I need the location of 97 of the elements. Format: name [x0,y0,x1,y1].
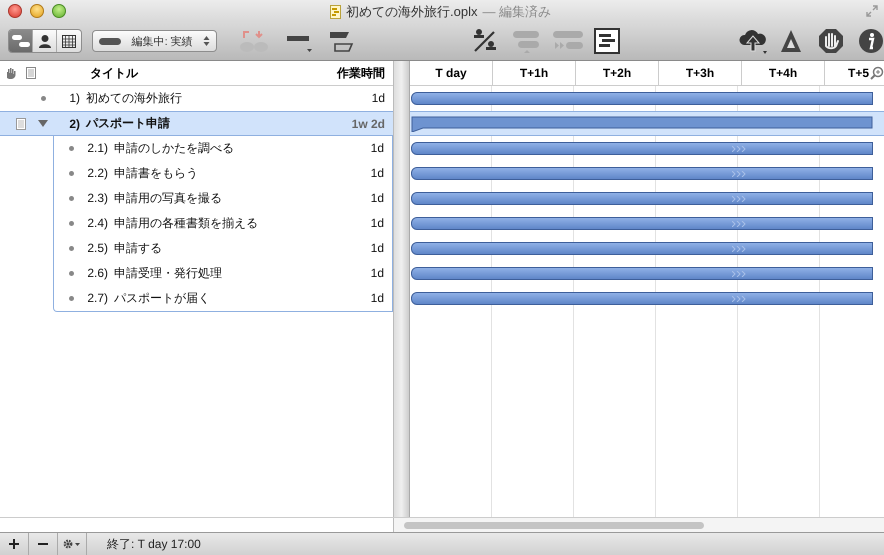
task-number: 2.3) [86,191,108,205]
task-row[interactable]: 2.3) 申請用の写真を撮る 1d [54,186,392,211]
bullet-icon [68,296,74,300]
gear-icon [63,539,81,549]
task-row[interactable]: 2.6) 申請受理・発行処理 1d [54,261,392,286]
timeline-header: T+5 [846,65,869,82]
window-title: 初めての海外旅行.oplx [346,3,478,21]
task-number: 2.6) [86,266,108,280]
task-effort: 1d [370,166,384,180]
status-text: 終了: T day 17:00 [107,536,201,552]
bullet-icon [68,196,74,200]
task-effort: 1d [372,91,385,105]
view-mode-control[interactable] [8,29,82,53]
task-title: 申請する [114,240,163,256]
note-icon [26,67,36,79]
bullet-icon [68,170,74,176]
bullet-icon [40,96,46,100]
bullet-icon [68,146,74,150]
continuation-icon [732,146,746,152]
task-bar[interactable] [411,167,873,180]
gantt-view-button[interactable] [9,30,34,52]
plus-icon [9,539,19,549]
hand-stop-icon[interactable] [818,28,844,54]
task-title: パスポートが届く [114,290,211,306]
stepper-arrows-icon [203,35,210,47]
task-effort: 1d [370,266,384,280]
mode-popup[interactable]: 編集中: 実績 [92,30,218,52]
task-effort: 1d [370,291,384,305]
continuation-icon [732,170,746,176]
summary-bar[interactable] [411,116,873,132]
minimize-button[interactable] [30,4,44,18]
task-title: 申請用の各種書類を揃える [114,214,259,232]
task-row[interactable]: 1) 初めての海外旅行 1d [0,86,393,111]
person-icon [38,34,52,48]
task-effort: 1w 2d [352,116,385,130]
timeline-header: T day [410,61,493,85]
bullet-icon [68,220,74,226]
bullet-icon [68,246,74,250]
task-row[interactable]: 2) パスポート申請 1w 2d [0,111,393,136]
task-number: 2.7) [86,291,108,305]
task-effort: 1d [370,216,384,230]
inspector-panel-icon[interactable] [594,28,620,54]
timeline-header: T+3h [659,61,742,85]
continuation-icon [732,246,746,252]
task-bar[interactable] [411,142,873,155]
cloud-upload-icon[interactable] [738,27,768,55]
bar-shape-icon[interactable] [327,29,356,53]
task-number: 2.2) [86,166,108,180]
task-effort: 1d [370,141,384,155]
task-row[interactable]: 2.2) 申請書をもらう 1d [54,161,392,186]
timeline-header: T+4h [742,61,825,85]
task-number: 2.4) [86,216,108,230]
continuation-icon [732,196,746,202]
task-bar[interactable] [411,267,873,280]
grid-icon [62,34,76,48]
column-header[interactable]: 作業時間 [337,64,385,82]
task-number: 2.5) [86,241,108,255]
fullscreen-icon[interactable] [866,5,878,17]
column-header[interactable]: タイトル [90,64,138,82]
edit-status: — 編集済み [482,3,552,21]
disclosure-triangle[interactable] [38,119,48,128]
task-row[interactable]: 2.5) 申請する 1d [54,236,392,261]
scroll-thumb[interactable] [404,522,704,528]
info-icon[interactable] [858,28,884,54]
zoom-button[interactable] [52,4,66,18]
task-title: 申請書をもらう [114,164,199,182]
task-title: パスポート申請 [86,115,171,132]
continuation-icon [732,296,746,302]
task-row[interactable]: 2.4) 申請用の各種書類を揃える 1d [54,211,392,236]
task-effort: 1d [370,241,384,255]
timeline-header: T+2h [576,61,659,85]
task-effort: 1d [370,191,384,205]
triangle-icon[interactable] [780,29,802,53]
task-title: 申請受理・発行処理 [114,264,223,282]
task-number: 2.1) [86,141,108,155]
zoom-icon[interactable] [870,66,884,80]
task-number: 1) [68,91,80,105]
task-bar[interactable] [411,217,873,230]
task-bar[interactable] [411,292,873,305]
document-icon [330,5,341,19]
bullet-icon [68,270,74,276]
task-title: 申請のしかたを調べる [114,140,235,156]
continuation-icon [732,220,746,226]
note-icon [16,118,26,130]
close-button[interactable] [8,4,22,18]
task-title: 申請用の写真を撮る [114,190,223,206]
task-bar[interactable] [411,242,873,255]
task-number: 2) [68,116,80,130]
task-row[interactable]: 2.7) パスポートが届く 1d [54,286,392,311]
gantt-icon [10,34,31,48]
hand-icon [5,67,16,79]
task-row[interactable]: 2.1) 申請のしかたを調べる 1d [54,136,392,161]
task-bar[interactable] [411,92,873,105]
task-title: 初めての海外旅行 [86,90,183,106]
timeline-header: T+1h [493,61,576,85]
continuation-icon [732,270,746,276]
task-bar[interactable] [411,192,873,205]
